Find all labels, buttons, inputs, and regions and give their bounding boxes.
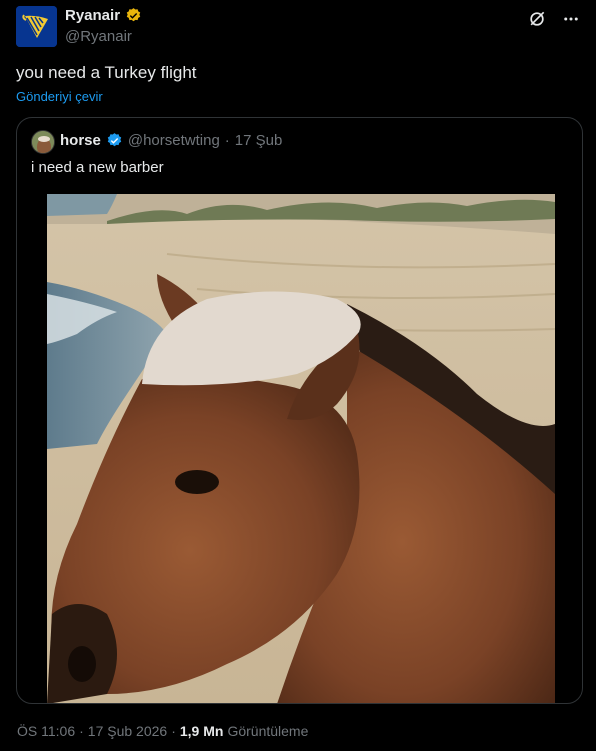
tweet-time[interactable]: ÖS 11:06	[17, 723, 75, 739]
views-count: 1,9 Mn	[179, 723, 224, 739]
quote-author-handle[interactable]: @horsetwting	[128, 132, 220, 149]
quote-text: i need a new barber	[31, 159, 164, 176]
verified-gold-icon	[126, 8, 141, 22]
meta-separator: ·	[79, 723, 84, 739]
author-handle[interactable]: @Ryanair	[65, 28, 132, 45]
author-name[interactable]: Ryanair	[65, 7, 120, 24]
top-actions	[526, 8, 582, 30]
views-label: Görüntüleme	[227, 723, 309, 739]
grok-icon[interactable]	[526, 8, 548, 30]
tweet-date[interactable]: 17 Şub 2026	[88, 723, 167, 739]
tweet-meta: ÖS 11:06 · 17 Şub 2026 · 1,9 Mn Görüntül…	[17, 723, 308, 739]
quoted-tweet[interactable]: horse @horsetwting · 17 Şub i need a new…	[16, 117, 583, 704]
tweet-text: you need a Turkey flight	[16, 63, 197, 82]
quote-author-name[interactable]: horse	[60, 132, 101, 149]
ryanair-harp-logo	[16, 6, 57, 47]
quote-separator: ·	[224, 132, 230, 149]
translate-link[interactable]: Gönderiyi çevir	[16, 89, 103, 104]
horse-avatar[interactable]	[31, 130, 55, 154]
more-icon[interactable]	[560, 8, 582, 30]
verified-blue-icon	[107, 133, 122, 147]
quote-media-image[interactable]	[47, 194, 555, 703]
meta-separator: ·	[171, 723, 176, 739]
author-avatar[interactable]	[16, 6, 57, 47]
author-name-row: Ryanair	[65, 7, 142, 24]
quote-date[interactable]: 17 Şub	[235, 132, 283, 149]
quote-header: horse @horsetwting · 17 Şub	[60, 132, 282, 149]
